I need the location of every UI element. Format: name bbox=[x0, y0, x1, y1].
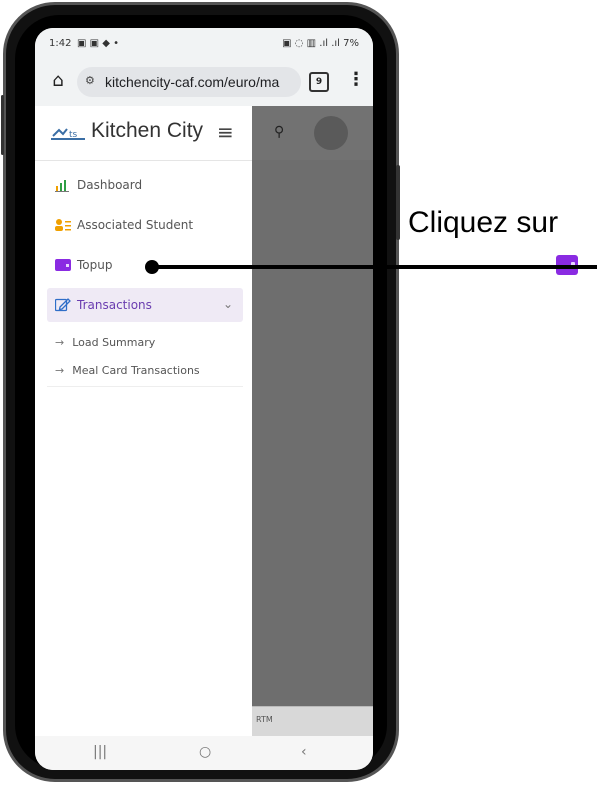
content-overlay[interactable]: ⚲ RTM bbox=[252, 106, 373, 737]
arrow-right-icon: → bbox=[55, 364, 65, 377]
edit-icon bbox=[55, 298, 71, 312]
sidebar: ts Kitchen City ≡ Dashboard Associated S… bbox=[35, 106, 252, 736]
status-right: ▣ ◌ ▥ .ıl .ıl 7% bbox=[282, 38, 359, 49]
footer-text: RTM bbox=[256, 715, 273, 724]
address-bar[interactable]: ⚙ kitchencity-caf.com/euro/ma bbox=[77, 67, 301, 97]
arrow-right-icon: → bbox=[55, 336, 65, 349]
hamburger-icon[interactable]: ≡ bbox=[217, 120, 234, 144]
sidebar-item-label: Transactions bbox=[77, 298, 152, 312]
status-bar: 1:42 ▣ ▣ ◆ • ▣ ◌ ▥ .ıl .ıl 7% bbox=[35, 28, 373, 58]
logo-icon: ts bbox=[51, 128, 85, 140]
submenu-item-load-summary[interactable]: → Load Summary bbox=[55, 336, 155, 349]
sidebar-item-dashboard[interactable]: Dashboard bbox=[47, 168, 243, 202]
sidebar-item-transactions[interactable]: Transactions ⌄ bbox=[47, 288, 243, 322]
submenu-item-meal-card-transactions[interactable]: → Meal Card Transactions bbox=[55, 364, 200, 377]
back-icon[interactable]: ‹ bbox=[301, 744, 307, 760]
chevron-down-icon: ⌄ bbox=[222, 297, 233, 311]
android-nav-bar: ||| ○ ‹ bbox=[35, 736, 373, 770]
callout-dot bbox=[145, 260, 159, 274]
tune-icon[interactable]: ⚙ bbox=[85, 74, 95, 87]
students-icon bbox=[55, 219, 71, 231]
sidebar-item-label: Associated Student bbox=[77, 218, 194, 232]
signal-icons: ▣ ◌ ▥ .ıl .ıl bbox=[282, 38, 340, 49]
sidebar-item-label: Dashboard bbox=[77, 178, 143, 192]
sidebar-divider bbox=[47, 386, 243, 387]
url-text[interactable]: kitchencity-caf.com/euro/ma bbox=[105, 74, 279, 90]
tabs-icon[interactable]: 9 bbox=[309, 72, 329, 92]
header-bar: ⚲ bbox=[252, 106, 373, 160]
sidebar-brand: ts Kitchen City ≡ bbox=[35, 106, 252, 161]
callout-line bbox=[152, 265, 597, 269]
phone-screen: 1:42 ▣ ▣ ◆ • ▣ ◌ ▥ .ıl .ıl 7% ⌂ ⚙ kitche… bbox=[35, 28, 373, 770]
svg-text:ts: ts bbox=[69, 130, 78, 140]
avatar[interactable] bbox=[314, 116, 348, 150]
home-icon[interactable]: ⌂ bbox=[47, 70, 69, 92]
more-vert-icon[interactable]: ⋮ bbox=[347, 69, 365, 90]
battery-text: 7% bbox=[343, 38, 359, 49]
brand-name: Kitchen City bbox=[91, 119, 204, 142]
sidebar-item-associated-student[interactable]: Associated Student bbox=[47, 208, 243, 242]
bar-chart-icon bbox=[55, 180, 69, 192]
submenu-item-label: Load Summary bbox=[72, 336, 156, 349]
callout-text: Cliquez sur bbox=[408, 206, 559, 239]
home-button-icon[interactable]: ○ bbox=[199, 744, 211, 760]
status-indicators: ▣ ▣ ◆ • bbox=[77, 38, 120, 49]
page-footer: RTM bbox=[252, 706, 373, 737]
browser-toolbar: ⌂ ⚙ kitchencity-caf.com/euro/ma 9 ⋮ bbox=[35, 58, 373, 106]
recents-icon[interactable]: ||| bbox=[93, 744, 107, 760]
power-button bbox=[396, 165, 400, 240]
wallet-icon bbox=[55, 259, 71, 271]
search-icon[interactable]: ⚲ bbox=[274, 124, 284, 140]
sidebar-item-label: Topup bbox=[77, 258, 113, 272]
volume-button bbox=[1, 95, 4, 155]
status-time: 1:42 bbox=[49, 38, 72, 49]
submenu-item-label: Meal Card Transactions bbox=[72, 364, 200, 377]
